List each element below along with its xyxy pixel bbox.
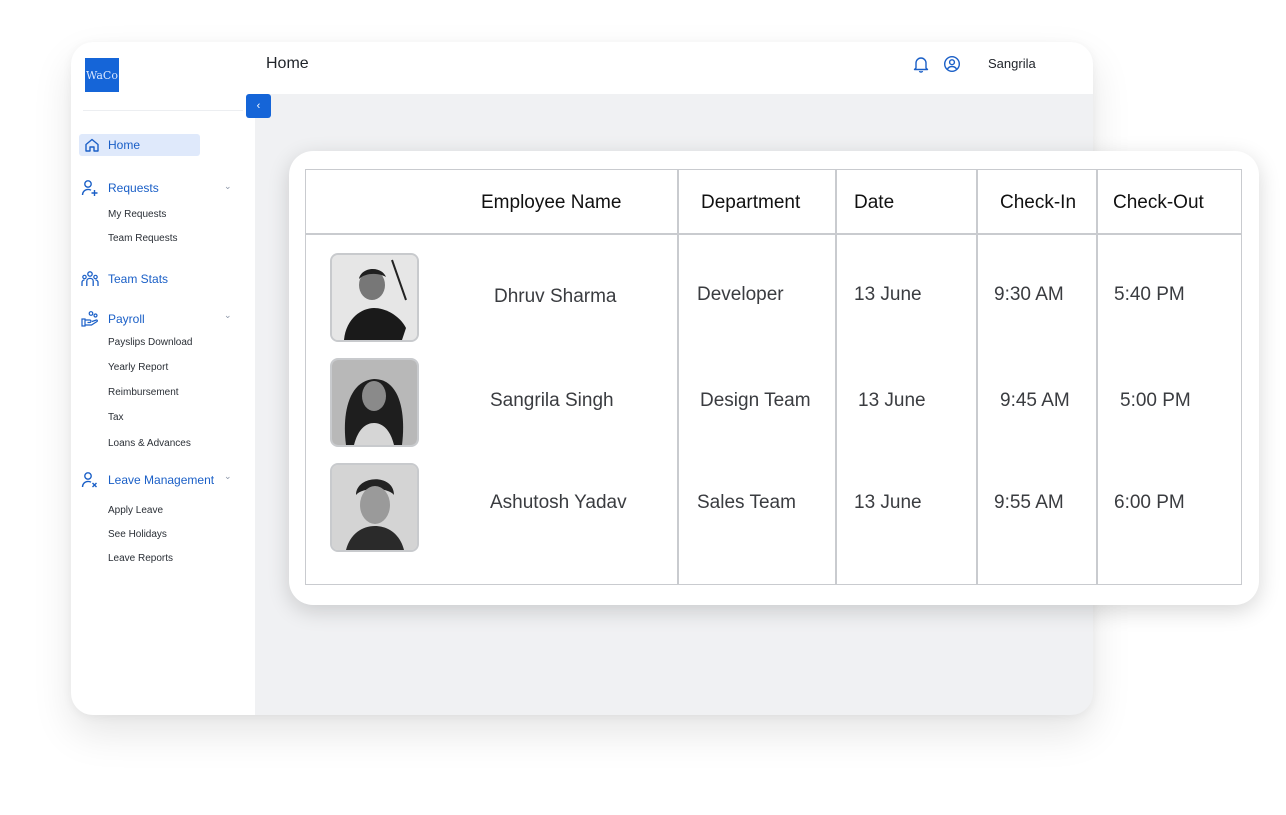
sidebar-divider xyxy=(83,110,243,111)
check-in-cell: 9:55 AM xyxy=(994,492,1064,513)
sidebar-subitem-leave-reports[interactable]: Leave Reports xyxy=(108,553,173,564)
sidebar-subitem-tax[interactable]: Tax xyxy=(108,412,124,423)
attendance-table: Employee Name Department Date Check-In C… xyxy=(305,169,1242,585)
sidebar-item-label: Team Stats xyxy=(108,272,169,286)
column-header-date: Date xyxy=(854,192,895,213)
sidebar-item-label: Home xyxy=(108,138,141,152)
header-divider xyxy=(306,233,1241,235)
sidebar-item-leave-management[interactable]: Leave Management xyxy=(81,471,214,489)
sidebar-item-payroll[interactable]: Payroll xyxy=(81,310,145,328)
chevron-down-icon[interactable]: ⌄ xyxy=(224,181,232,192)
sidebar-subitem-yearly-report[interactable]: Yearly Report xyxy=(108,362,168,373)
department-cell: Design Team xyxy=(700,390,811,411)
sidebar-subitem-loans-advances[interactable]: Loans & Advances xyxy=(108,438,191,449)
payroll-hand-icon xyxy=(81,310,99,328)
check-in-cell: 9:45 AM xyxy=(1000,390,1070,411)
sidebar-item-label: Payroll xyxy=(108,312,145,326)
user-plus-icon xyxy=(81,179,99,197)
date-cell: 13 June xyxy=(854,492,922,513)
column-header-department: Department xyxy=(701,192,801,213)
avatar xyxy=(330,358,419,447)
sidebar-subitem-team-requests[interactable]: Team Requests xyxy=(108,233,177,244)
date-cell: 13 June xyxy=(858,390,926,411)
top-bar: Home Sangrila xyxy=(255,42,1093,94)
sidebar-item-requests[interactable]: Requests xyxy=(81,179,159,197)
sidebar-subitem-my-requests[interactable]: My Requests xyxy=(108,209,166,220)
app-logo[interactable]: WaCo xyxy=(85,58,119,92)
sidebar: WaCo Home Requests ⌄ My Requests Team Re… xyxy=(71,42,255,715)
check-out-cell: 5:40 PM xyxy=(1114,284,1185,305)
sidebar-item-label: Requests xyxy=(108,181,159,195)
bell-icon[interactable] xyxy=(913,55,929,78)
team-icon xyxy=(81,270,99,288)
employee-name-cell: Ashutosh Yadav xyxy=(490,492,627,513)
page-title: Home xyxy=(266,55,309,72)
department-cell: Developer xyxy=(697,284,784,305)
check-in-cell: 9:30 AM xyxy=(994,284,1064,305)
user-circle-icon[interactable] xyxy=(943,55,961,78)
sidebar-subitem-payslips-download[interactable]: Payslips Download xyxy=(108,337,193,348)
sidebar-item-home[interactable]: Home xyxy=(79,134,200,156)
collapse-sidebar-button[interactable]: ‹ xyxy=(246,94,271,118)
home-icon xyxy=(83,136,101,154)
sidebar-subitem-see-holidays[interactable]: See Holidays xyxy=(108,529,167,540)
department-cell: Sales Team xyxy=(697,492,796,513)
column-header-check-in: Check-In xyxy=(1000,192,1077,213)
column-header-employee-name: Employee Name xyxy=(481,192,622,213)
column-header-check-out: Check-Out xyxy=(1113,192,1204,213)
chevron-left-icon: ‹ xyxy=(256,100,261,112)
user-x-icon xyxy=(81,471,99,489)
attendance-card: Employee Name Department Date Check-In C… xyxy=(289,151,1259,605)
avatar xyxy=(330,463,419,552)
sidebar-subitem-reimbursement[interactable]: Reimbursement xyxy=(108,387,179,398)
chevron-down-icon[interactable]: ⌄ xyxy=(224,310,232,321)
date-cell: 13 June xyxy=(854,284,922,305)
sidebar-item-label: Leave Management xyxy=(108,473,215,487)
sidebar-item-team-stats[interactable]: Team Stats xyxy=(81,270,168,288)
employee-name-cell: Dhruv Sharma xyxy=(494,286,617,307)
avatar xyxy=(330,253,419,342)
employee-name-cell: Sangrila Singh xyxy=(490,390,614,411)
username[interactable]: Sangrila xyxy=(988,56,1036,71)
check-out-cell: 5:00 PM xyxy=(1120,390,1191,411)
chevron-down-icon[interactable]: ⌄ xyxy=(224,471,232,482)
check-out-cell: 6:00 PM xyxy=(1114,492,1185,513)
sidebar-subitem-apply-leave[interactable]: Apply Leave xyxy=(108,505,163,516)
